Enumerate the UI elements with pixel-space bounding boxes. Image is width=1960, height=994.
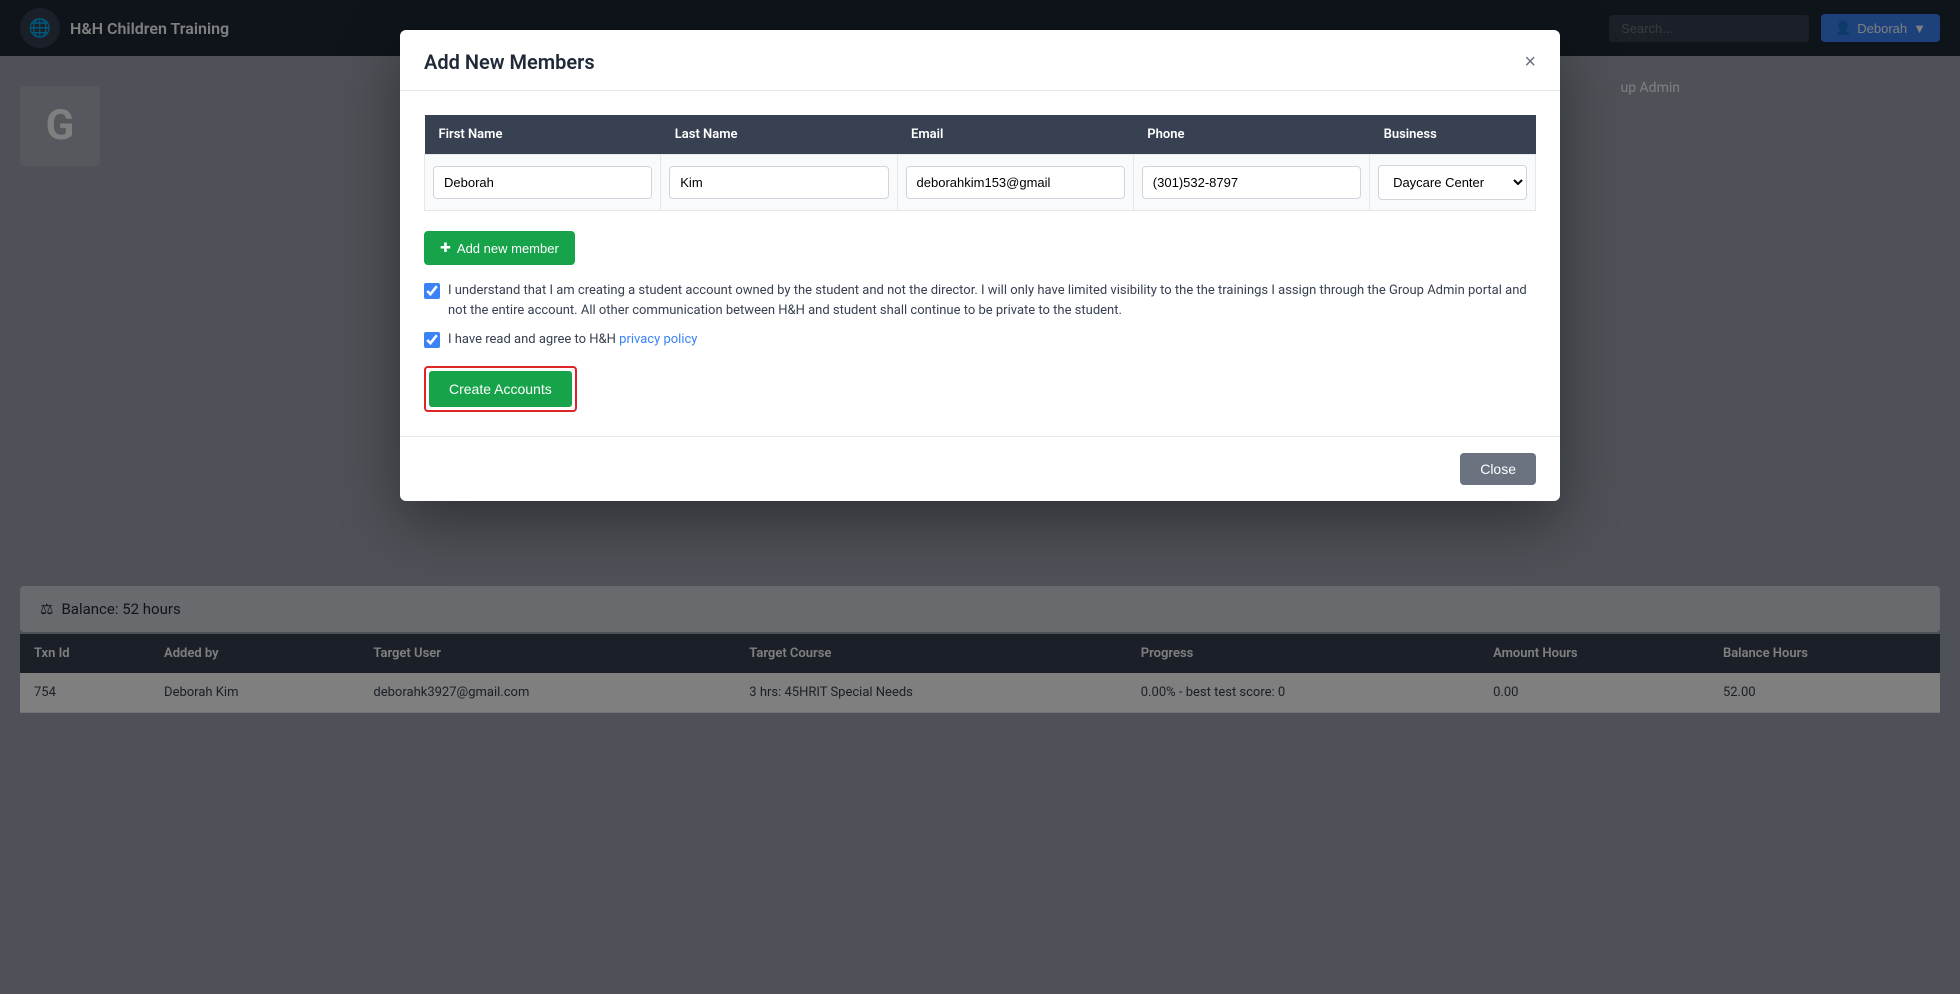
col-first-name: First Name (425, 115, 661, 155)
col-email: Email (897, 115, 1133, 155)
business-cell: Daycare Center School Hospital Other (1370, 155, 1536, 211)
email-input[interactable] (906, 166, 1125, 199)
modal: Add New Members × First Name Last Name E… (400, 30, 1560, 501)
col-business: Business (1370, 115, 1536, 155)
member-row: Daycare Center School Hospital Other (425, 155, 1536, 211)
email-cell (897, 155, 1133, 211)
close-button[interactable]: Close (1460, 453, 1536, 485)
disclaimer-text: I understand that I am creating a studen… (448, 281, 1536, 320)
modal-overlay: Add New Members × First Name Last Name E… (0, 0, 1960, 994)
disclaimer-row: I understand that I am creating a studen… (424, 281, 1536, 320)
business-select[interactable]: Daycare Center School Hospital Other (1378, 165, 1527, 200)
phone-cell (1133, 155, 1369, 211)
last-name-cell (661, 155, 897, 211)
add-new-member-button[interactable]: ✚ Add new member (424, 231, 575, 265)
disclaimer-checkbox[interactable] (424, 283, 440, 299)
modal-title: Add New Members (424, 50, 595, 74)
plus-icon: ✚ (440, 240, 451, 256)
privacy-policy-link[interactable]: privacy policy (619, 332, 697, 347)
member-form-table: First Name Last Name Email Phone Busines… (424, 115, 1536, 211)
col-phone: Phone (1133, 115, 1369, 155)
modal-body: First Name Last Name Email Phone Busines… (400, 91, 1560, 436)
col-last-name: Last Name (661, 115, 897, 155)
create-accounts-wrapper: Create Accounts (424, 366, 577, 412)
privacy-checkbox[interactable] (424, 332, 440, 348)
last-name-input[interactable] (669, 166, 888, 199)
create-accounts-button[interactable]: Create Accounts (429, 371, 572, 407)
privacy-row: I have read and agree to H&H privacy pol… (424, 330, 1536, 350)
modal-footer: Close (400, 436, 1560, 501)
privacy-label: I have read and agree to H&H privacy pol… (448, 330, 697, 350)
first-name-cell (425, 155, 661, 211)
privacy-text-before: I have read and agree to H&H (448, 332, 619, 347)
first-name-input[interactable] (433, 166, 652, 199)
phone-input[interactable] (1142, 166, 1361, 199)
modal-close-button[interactable]: × (1524, 52, 1536, 72)
add-member-label: Add new member (457, 241, 559, 256)
modal-header: Add New Members × (400, 30, 1560, 91)
